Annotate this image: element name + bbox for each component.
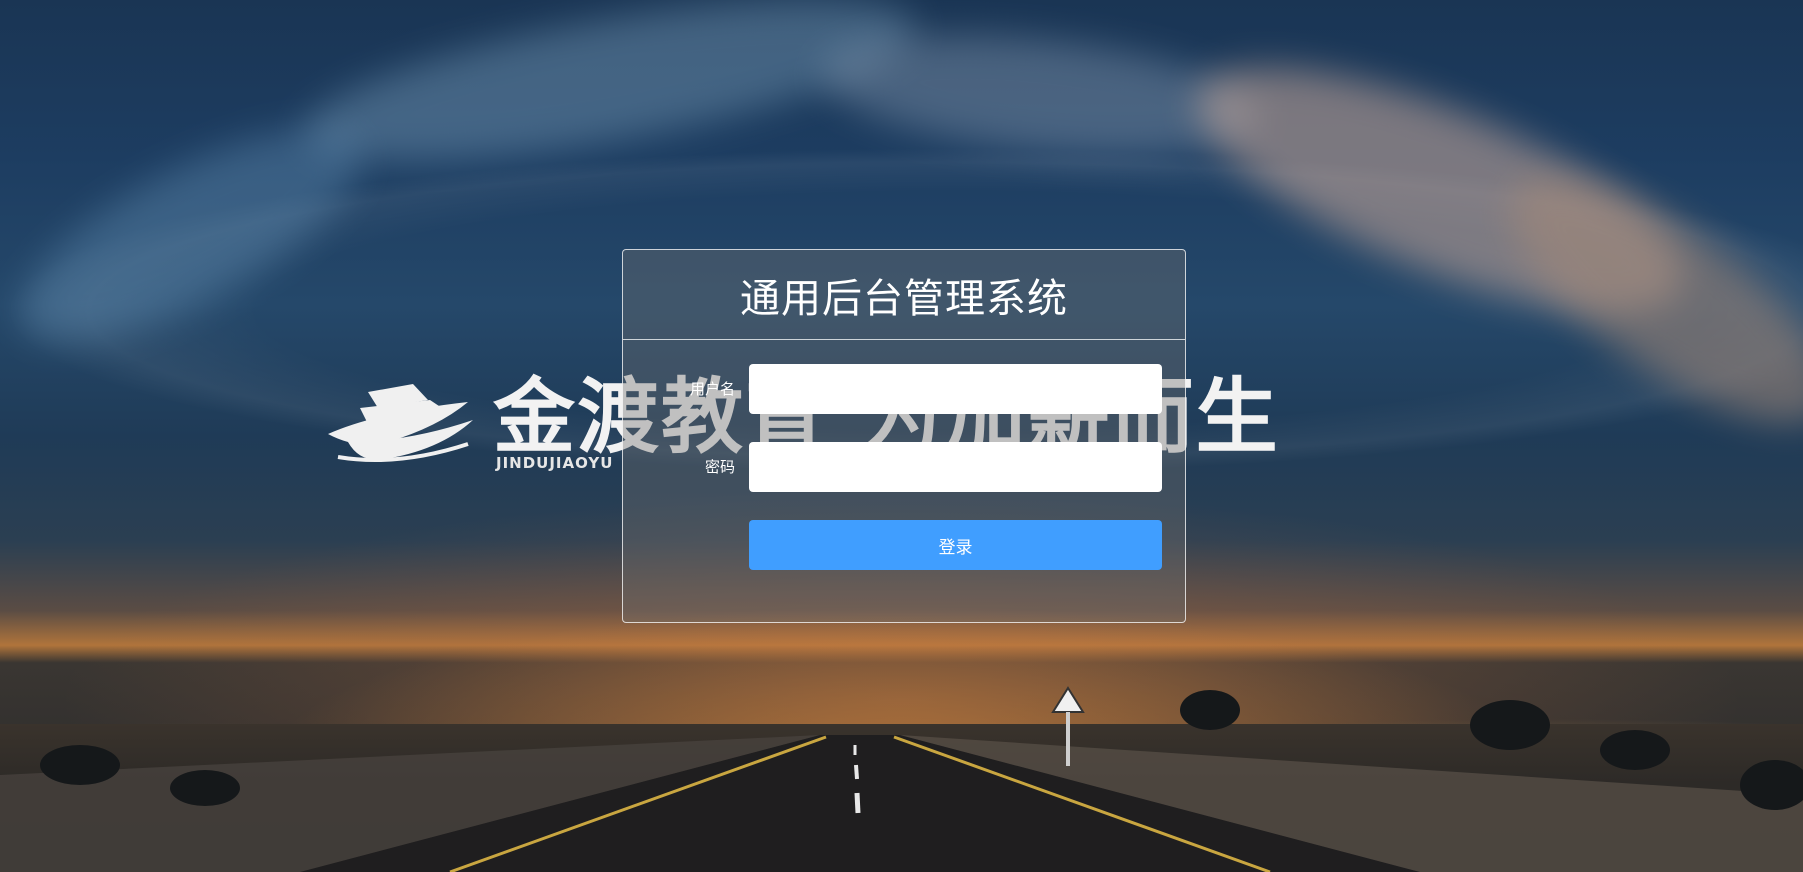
background-bush [1740,760,1803,810]
background-bush [170,770,240,806]
road-sign-icon [1051,686,1085,766]
background-road [0,735,1803,872]
password-label: 密码 [704,458,735,476]
galaxy-glow [815,17,1265,173]
password-row: 密码 [623,442,1185,492]
ship-logo-icon [328,384,473,462]
login-panel: 通用后台管理系统 用户名 密码 登录 [622,249,1186,623]
login-button[interactable]: 登录 [749,520,1162,570]
background-bush [1600,730,1670,770]
login-page: 金渡教育 为加薪而生 JINDUJIAOYU 通用后台管理系统 用户名 密码 登… [0,0,1803,872]
username-label: 用户名 [689,380,735,398]
background-bush [1470,700,1550,750]
username-row: 用户名 [623,364,1185,414]
password-input[interactable] [749,442,1162,492]
galaxy-glow [294,0,926,193]
background-bush [1180,690,1240,730]
galaxy-glow [1168,18,1712,362]
page-title: 通用后台管理系统 [740,275,1068,322]
brand-subtitle: JINDUJIAOYU [496,454,614,472]
username-input[interactable] [749,364,1162,414]
galaxy-glow [0,88,389,382]
galaxy-glow [1474,133,1803,467]
login-header: 通用后台管理系统 [623,250,1185,340]
background-bush [40,745,120,785]
